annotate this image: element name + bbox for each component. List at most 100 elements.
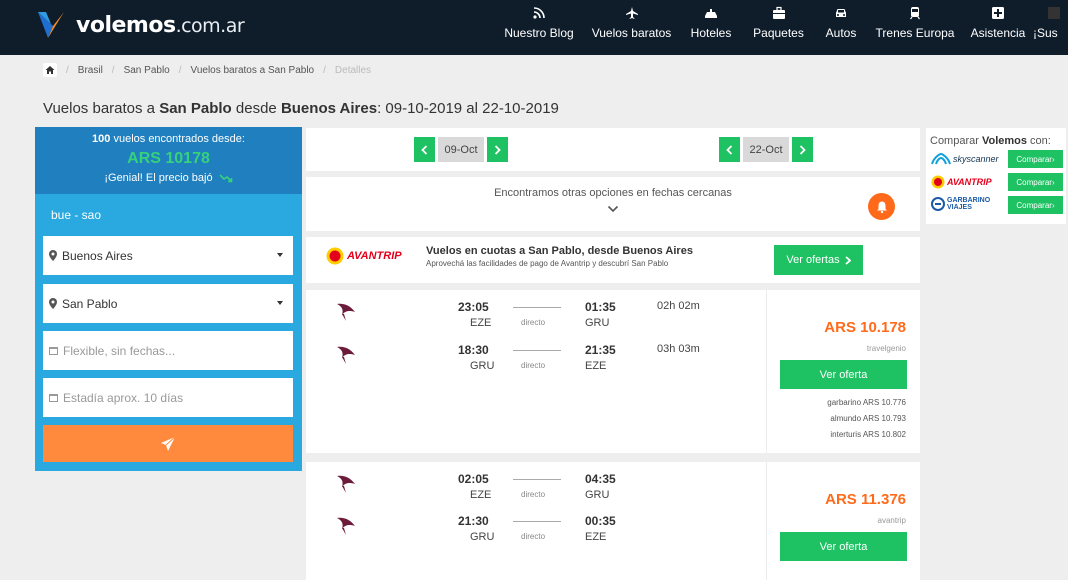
qatar-airways-logo-icon — [337, 517, 355, 535]
chevron-down-icon — [277, 301, 283, 305]
avantrip-logo: AVANTRIP — [931, 175, 992, 189]
promo-text: Vuelos en cuotas a San Pablo, desde Buen… — [426, 245, 693, 268]
breadcrumb-item-brasil[interactable]: Brasil — [78, 65, 103, 76]
date-selector-bar: 09-Oct 22-Oct — [306, 128, 920, 171]
top-navbar: volemos.com.ar Nuestro Blog Vuelos barat… — [0, 0, 1068, 55]
nav-item-hoteles[interactable]: Hoteles — [680, 0, 742, 55]
destination-select[interactable]: San Pablo — [43, 284, 293, 323]
logo-text: volemos.com.ar — [76, 12, 245, 38]
compare-garbarino-button[interactable]: Comparar › — [1008, 196, 1063, 214]
nav-item-suscribirse[interactable]: ¡Sus — [1033, 0, 1068, 55]
stops-label: directo — [521, 361, 546, 370]
stops-label: directo — [521, 318, 546, 327]
destination-value: San Pablo — [62, 296, 118, 311]
nav-label: Paquetes — [753, 26, 804, 40]
breadcrumb: / Brasil / San Pablo / Vuelos baratos a … — [43, 61, 371, 79]
compare-skyscanner-button[interactable]: Comparar › — [1008, 150, 1063, 168]
flight-result-1: 23:05 EZE directo 01:35 GRU 02h 02m 18:3… — [306, 290, 920, 453]
stay-placeholder: Estadía aprox. 10 días — [63, 390, 184, 405]
arrival-airport: GRU — [585, 489, 610, 501]
breadcrumb-separator: / — [178, 64, 182, 76]
compare-row-garbarino: GARBARINO VIAJES Comparar › — [929, 196, 1063, 214]
trend-down-icon — [219, 174, 232, 182]
breadcrumb-separator: / — [111, 64, 115, 76]
prev-return-date-button[interactable] — [719, 137, 740, 162]
rss-icon — [533, 7, 545, 19]
ver-oferta-button[interactable]: Ver oferta — [780, 360, 907, 389]
search-button[interactable] — [43, 425, 293, 462]
departure-airport: GRU — [470, 360, 495, 372]
price-source: avantrip — [877, 516, 906, 525]
ver-oferta-button[interactable]: Ver oferta — [780, 532, 907, 561]
search-panel: 100 vuelos encontrados desde: ARS 10178 … — [35, 127, 302, 471]
next-outbound-date-button[interactable] — [487, 137, 508, 162]
home-icon[interactable] — [43, 63, 57, 77]
nav-label: Hoteles — [690, 26, 732, 40]
route-line — [513, 521, 561, 522]
dates-input[interactable]: Flexible, sin fechas... — [43, 331, 293, 370]
nav-item-trenes[interactable]: Trenes Europa — [867, 0, 963, 55]
nav-label: Vuelos baratos — [591, 26, 672, 40]
route-line — [513, 479, 561, 480]
map-pin-icon — [49, 250, 57, 261]
page-title: Vuelos baratos a San Pablo desde Buenos … — [43, 100, 559, 117]
chevron-right-icon — [845, 255, 851, 265]
return-date-picker: 22-Oct — [719, 137, 813, 162]
chevron-right-icon — [799, 144, 806, 155]
alternative-price[interactable]: almundo ARS 10.793 — [830, 414, 906, 423]
price-summary: 100 vuelos encontrados desde: ARS 10178 … — [35, 127, 302, 194]
flight-result-2: 02:05 EZE directo 04:35 GRU 21:30 GRU di… — [306, 462, 920, 580]
outbound-date-picker: 09-Oct — [414, 137, 508, 162]
compare-row-avantrip: AVANTRIP Comparar › — [929, 173, 1063, 191]
next-return-date-button[interactable] — [792, 137, 813, 162]
nearby-dates-panel[interactable]: Encontramos otras opciones en fechas cer… — [306, 177, 920, 231]
compare-row-skyscanner: skyscanner Comparar › — [929, 150, 1063, 168]
arrival-time: 04:35 — [585, 472, 616, 486]
arrival-airport: EZE — [585, 360, 607, 372]
qatar-airways-logo-icon — [337, 346, 355, 364]
promo-subtitle: Aprovechá las facilidades de pago de Ava… — [426, 259, 669, 268]
car-icon — [836, 9, 846, 17]
calendar-icon — [49, 394, 58, 402]
prev-outbound-date-button[interactable] — [414, 137, 435, 162]
nav-item-autos[interactable]: Autos — [815, 0, 867, 55]
suitcase-icon — [772, 6, 785, 19]
departure-time: 02:05 — [458, 472, 489, 486]
stops-label: directo — [521, 532, 546, 541]
flight-duration: 03h 03m — [657, 343, 700, 355]
price-alert-button[interactable] — [868, 193, 895, 220]
departure-time: 23:05 — [458, 300, 489, 314]
arrival-time: 00:35 — [585, 514, 616, 528]
nav-item-vuelos[interactable]: Vuelos baratos — [583, 0, 680, 55]
price-drop-message: ¡Genial! El precio bajó — [35, 172, 302, 184]
brand-logo[interactable]: volemos.com.ar — [34, 8, 245, 42]
nav-label: Trenes Europa — [875, 26, 955, 40]
airplane-icon — [625, 7, 638, 19]
flight-segment-return: 21:30 GRU directo 00:35 EZE — [306, 514, 766, 554]
ver-ofertas-button[interactable]: Ver ofertas — [774, 245, 863, 275]
compare-avantrip-button[interactable]: Comparar › — [1008, 173, 1063, 191]
breadcrumb-item-vuelos[interactable]: Vuelos baratos a San Pablo — [191, 65, 315, 76]
nav-item-blog[interactable]: Nuestro Blog — [495, 0, 583, 55]
logo-v-icon — [34, 8, 68, 42]
route-line — [513, 350, 561, 351]
return-date: 22-Oct — [743, 137, 789, 162]
alternative-price[interactable]: interturis ARS 10.802 — [830, 430, 906, 439]
origin-select[interactable]: Buenos Aires — [43, 236, 293, 275]
compare-panel: Comparar Volemos con: skyscanner Compara… — [926, 128, 1066, 224]
route-line — [513, 307, 561, 308]
nav-item-paquetes[interactable]: Paquetes — [742, 0, 815, 55]
chevron-right-icon — [494, 144, 501, 155]
flight-duration: 02h 02m — [657, 300, 700, 312]
breadcrumb-separator: / — [323, 64, 326, 76]
arrival-time: 21:35 — [585, 343, 616, 357]
dates-placeholder: Flexible, sin fechas... — [63, 343, 176, 358]
bell-icon — [876, 201, 887, 213]
nav-item-asistencia[interactable]: Asistencia — [963, 0, 1033, 55]
skyscanner-logo: skyscanner — [931, 153, 999, 165]
alternative-price[interactable]: garbarino ARS 10.776 — [827, 398, 906, 407]
breadcrumb-item-san-pablo[interactable]: San Pablo — [124, 65, 170, 76]
flight-segment-outbound: 02:05 EZE directo 04:35 GRU — [306, 472, 766, 512]
stay-input[interactable]: Estadía aprox. 10 días — [43, 378, 293, 417]
avantrip-promo-banner: AVANTRIP Vuelos en cuotas a San Pablo, d… — [306, 237, 920, 283]
